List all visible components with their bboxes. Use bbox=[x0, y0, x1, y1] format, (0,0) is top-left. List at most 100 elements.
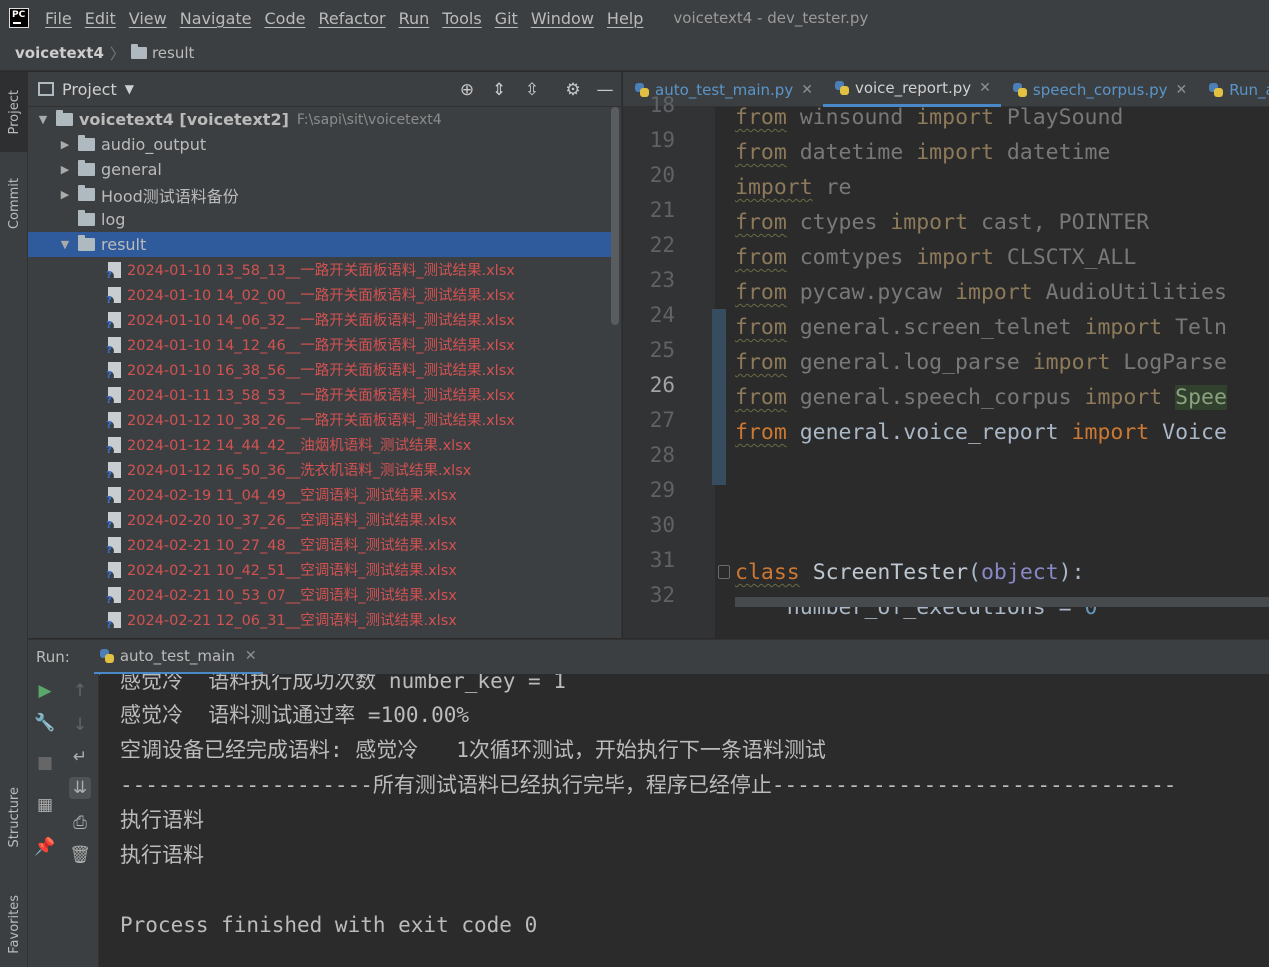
sidebar-tab-project[interactable]: Project bbox=[0, 72, 28, 152]
chevron-down-icon[interactable]: ▼ bbox=[125, 82, 134, 96]
tree-folder-label: general bbox=[101, 160, 162, 179]
menu-view[interactable]: View bbox=[129, 9, 167, 28]
project-panel: Project ▼ ⊕ ⇕ ⇳ ⚙ — ▼ voicetext4 [voicet… bbox=[28, 72, 622, 638]
sidebar-tab-structure-label: Structure bbox=[6, 786, 22, 848]
tab-run-a[interactable]: Run_a bbox=[1197, 72, 1269, 107]
console-line: --------------------所有测试语料已经执行完毕，程序已经停止-… bbox=[120, 773, 1177, 797]
line-number: 28 bbox=[649, 443, 675, 467]
menu-window[interactable]: Window bbox=[531, 9, 594, 28]
tree-file[interactable]: 2024-01-10 14_02_00__一路开关面板语料_测试结果.xlsx bbox=[28, 282, 614, 307]
code-line[interactable]: class ScreenTester(object): bbox=[735, 555, 1085, 590]
arrow-down-icon[interactable]: ↓ bbox=[69, 714, 91, 736]
line-number: 31 bbox=[649, 548, 675, 572]
menu-code[interactable]: Code bbox=[265, 9, 306, 28]
tree-file[interactable]: 2024-02-19 11_04_49__空调语料_测试结果.xlsx bbox=[28, 482, 614, 507]
excel-file-icon bbox=[104, 461, 121, 481]
excel-file-icon bbox=[104, 611, 121, 631]
wrench-icon[interactable]: 🔧 bbox=[34, 712, 56, 734]
code-line[interactable]: from general.log_parse import LogParse bbox=[735, 345, 1227, 380]
run-tab-label: auto_test_main bbox=[119, 646, 235, 665]
menu-run[interactable]: Run bbox=[399, 9, 430, 28]
excel-file-icon bbox=[104, 486, 121, 506]
sidebar-tab-favorites[interactable]: Favorites bbox=[0, 882, 28, 967]
tree-file[interactable]: 2024-01-10 16_38_56__一路开关面板语料_测试结果.xlsx bbox=[28, 357, 614, 382]
close-icon[interactable]: ✕ bbox=[1176, 82, 1188, 98]
sidebar-tab-commit[interactable]: Commit bbox=[0, 164, 28, 244]
chevron-right-icon[interactable]: ▶ bbox=[58, 188, 72, 201]
play-icon[interactable]: ▶ bbox=[34, 680, 56, 702]
vcs-change-marker[interactable] bbox=[712, 309, 726, 485]
code-line[interactable]: from general.voice_report import Voice bbox=[735, 415, 1227, 450]
chevron-down-icon[interactable]: ▼ bbox=[36, 113, 50, 126]
fold-icon[interactable] bbox=[718, 565, 730, 579]
tree-file[interactable]: 2024-01-12 16_50_36__洗衣机语料_测试结果.xlsx bbox=[28, 457, 614, 482]
tree-file-label: 2024-01-11 13_58_53__一路开关面板语料_测试结果.xlsx bbox=[127, 388, 515, 404]
breadcrumb-child[interactable]: result bbox=[152, 44, 194, 62]
tree-file-label: 2024-01-12 10_38_26__一路开关面板语料_测试结果.xlsx bbox=[127, 413, 515, 429]
tree-file[interactable]: 2024-02-20 10_37_26__空调语料_测试结果.xlsx bbox=[28, 507, 614, 532]
chevron-right-icon[interactable]: ▶ bbox=[58, 138, 72, 151]
tree-folder-result[interactable]: ▼ result bbox=[28, 232, 614, 257]
tree-file[interactable]: 2024-01-11 13_58_53__一路开关面板语料_测试结果.xlsx bbox=[28, 382, 614, 407]
menu-help[interactable]: Help bbox=[607, 9, 643, 28]
tab-label: auto_test_main.py bbox=[655, 80, 794, 99]
tree-file[interactable]: 2024-01-10 14_06_32__一路开关面板语料_测试结果.xlsx bbox=[28, 307, 614, 332]
print-icon[interactable]: ⎙ bbox=[69, 812, 91, 834]
hide-panel-icon[interactable]: — bbox=[595, 80, 615, 100]
code-line[interactable]: from general.speech_corpus import Spee bbox=[735, 380, 1227, 415]
arrow-up-icon[interactable]: ↑ bbox=[69, 680, 91, 702]
tree-file[interactable]: 2024-01-12 10_38_26__一路开关面板语料_测试结果.xlsx bbox=[28, 407, 614, 432]
run-tab-auto-test-main[interactable]: auto_test_main ✕ bbox=[93, 640, 263, 675]
sidebar-tab-structure[interactable]: Structure bbox=[0, 772, 28, 862]
tree-folder-general[interactable]: ▶ general bbox=[28, 157, 614, 182]
scroll-to-end-icon[interactable]: ⇊ bbox=[69, 777, 91, 799]
menu-edit[interactable]: Edit bbox=[85, 9, 116, 28]
breadcrumb-root[interactable]: voicetext4 bbox=[15, 44, 104, 62]
tree-file[interactable]: 2024-02-21 10_27_48__空调语料_测试结果.xlsx bbox=[28, 532, 614, 557]
code-line[interactable]: from datetime import datetime bbox=[735, 135, 1110, 170]
gear-icon[interactable]: ⚙ bbox=[563, 80, 583, 100]
menu-tools[interactable]: Tools bbox=[442, 9, 481, 28]
line-number-current: 26 bbox=[649, 373, 675, 397]
collapse-all-icon[interactable]: ⇳ bbox=[522, 80, 542, 100]
code-line[interactable]: from ctypes import cast, POINTER bbox=[735, 205, 1149, 240]
tree-file[interactable]: 2024-01-10 13_58_13__一路开关面板语料_测试结果.xlsx bbox=[28, 257, 614, 282]
expand-all-icon[interactable]: ⇕ bbox=[489, 80, 509, 100]
menu-navigate[interactable]: Navigate bbox=[180, 9, 252, 28]
project-view-selector[interactable]: Project bbox=[62, 80, 117, 99]
code-line[interactable]: from pycaw.pycaw import AudioUtilities bbox=[735, 275, 1227, 310]
run-console[interactable]: 感觉冷 语料执行成功次数 number_key = 1 感觉冷 语料测试通过率 … bbox=[100, 674, 1269, 967]
pycharm-logo-icon bbox=[9, 8, 29, 28]
tree-root[interactable]: ▼ voicetext4 [voicetext2] F:\sapi\sit\vo… bbox=[28, 107, 614, 132]
editor-horizontal-scrollbar[interactable] bbox=[735, 597, 1269, 607]
menu-file[interactable]: File bbox=[45, 9, 72, 28]
close-icon[interactable]: ✕ bbox=[245, 648, 257, 664]
menu-git[interactable]: Git bbox=[495, 9, 518, 28]
code-line[interactable]: import re bbox=[735, 170, 852, 205]
project-tree-scrollbar[interactable] bbox=[611, 107, 619, 325]
tree-file[interactable]: 2024-02-21 12_06_31__空调语料_测试结果.xlsx bbox=[28, 607, 614, 632]
crosshair-icon[interactable]: ⊕ bbox=[457, 80, 477, 100]
soft-wrap-icon[interactable]: ↵ bbox=[69, 746, 91, 768]
tree-folder-audio-output[interactable]: ▶ audio_output bbox=[28, 132, 614, 157]
code-line[interactable]: number_of_executions = 0 bbox=[735, 590, 1098, 625]
code-line[interactable]: from winsound import PlaySound bbox=[735, 100, 1123, 135]
excel-file-icon bbox=[104, 386, 121, 406]
close-icon[interactable]: ✕ bbox=[979, 80, 991, 96]
close-icon[interactable]: ✕ bbox=[801, 82, 813, 98]
tree-file[interactable]: 2024-01-10 14_12_46__一路开关面板语料_测试结果.xlsx bbox=[28, 332, 614, 357]
stop-icon[interactable]: ■ bbox=[34, 752, 56, 774]
tree-folder-hood-backup[interactable]: ▶ Hood测试语料备份 bbox=[28, 182, 614, 207]
tree-file[interactable]: 2024-02-21 10_42_51__空调语料_测试结果.xlsx bbox=[28, 557, 614, 582]
menu-refactor[interactable]: Refactor bbox=[318, 9, 385, 28]
chevron-down-icon[interactable]: ▼ bbox=[58, 238, 72, 251]
code-line[interactable]: from comtypes import CLSCTX_ALL bbox=[735, 240, 1136, 275]
pin-icon[interactable]: 📌 bbox=[34, 836, 56, 858]
tree-file[interactable]: 2024-01-12 14_44_42__油烟机语料_测试结果.xlsx bbox=[28, 432, 614, 457]
layout-icon[interactable]: ▦ bbox=[34, 794, 56, 816]
trash-icon[interactable]: 🗑 bbox=[69, 844, 91, 866]
tree-folder-log[interactable]: log bbox=[28, 207, 614, 232]
code-line[interactable]: from general.screen_telnet import Teln bbox=[735, 310, 1227, 345]
chevron-right-icon[interactable]: ▶ bbox=[58, 163, 72, 176]
tree-file[interactable]: 2024-02-21 10_53_07__空调语料_测试结果.xlsx bbox=[28, 582, 614, 607]
